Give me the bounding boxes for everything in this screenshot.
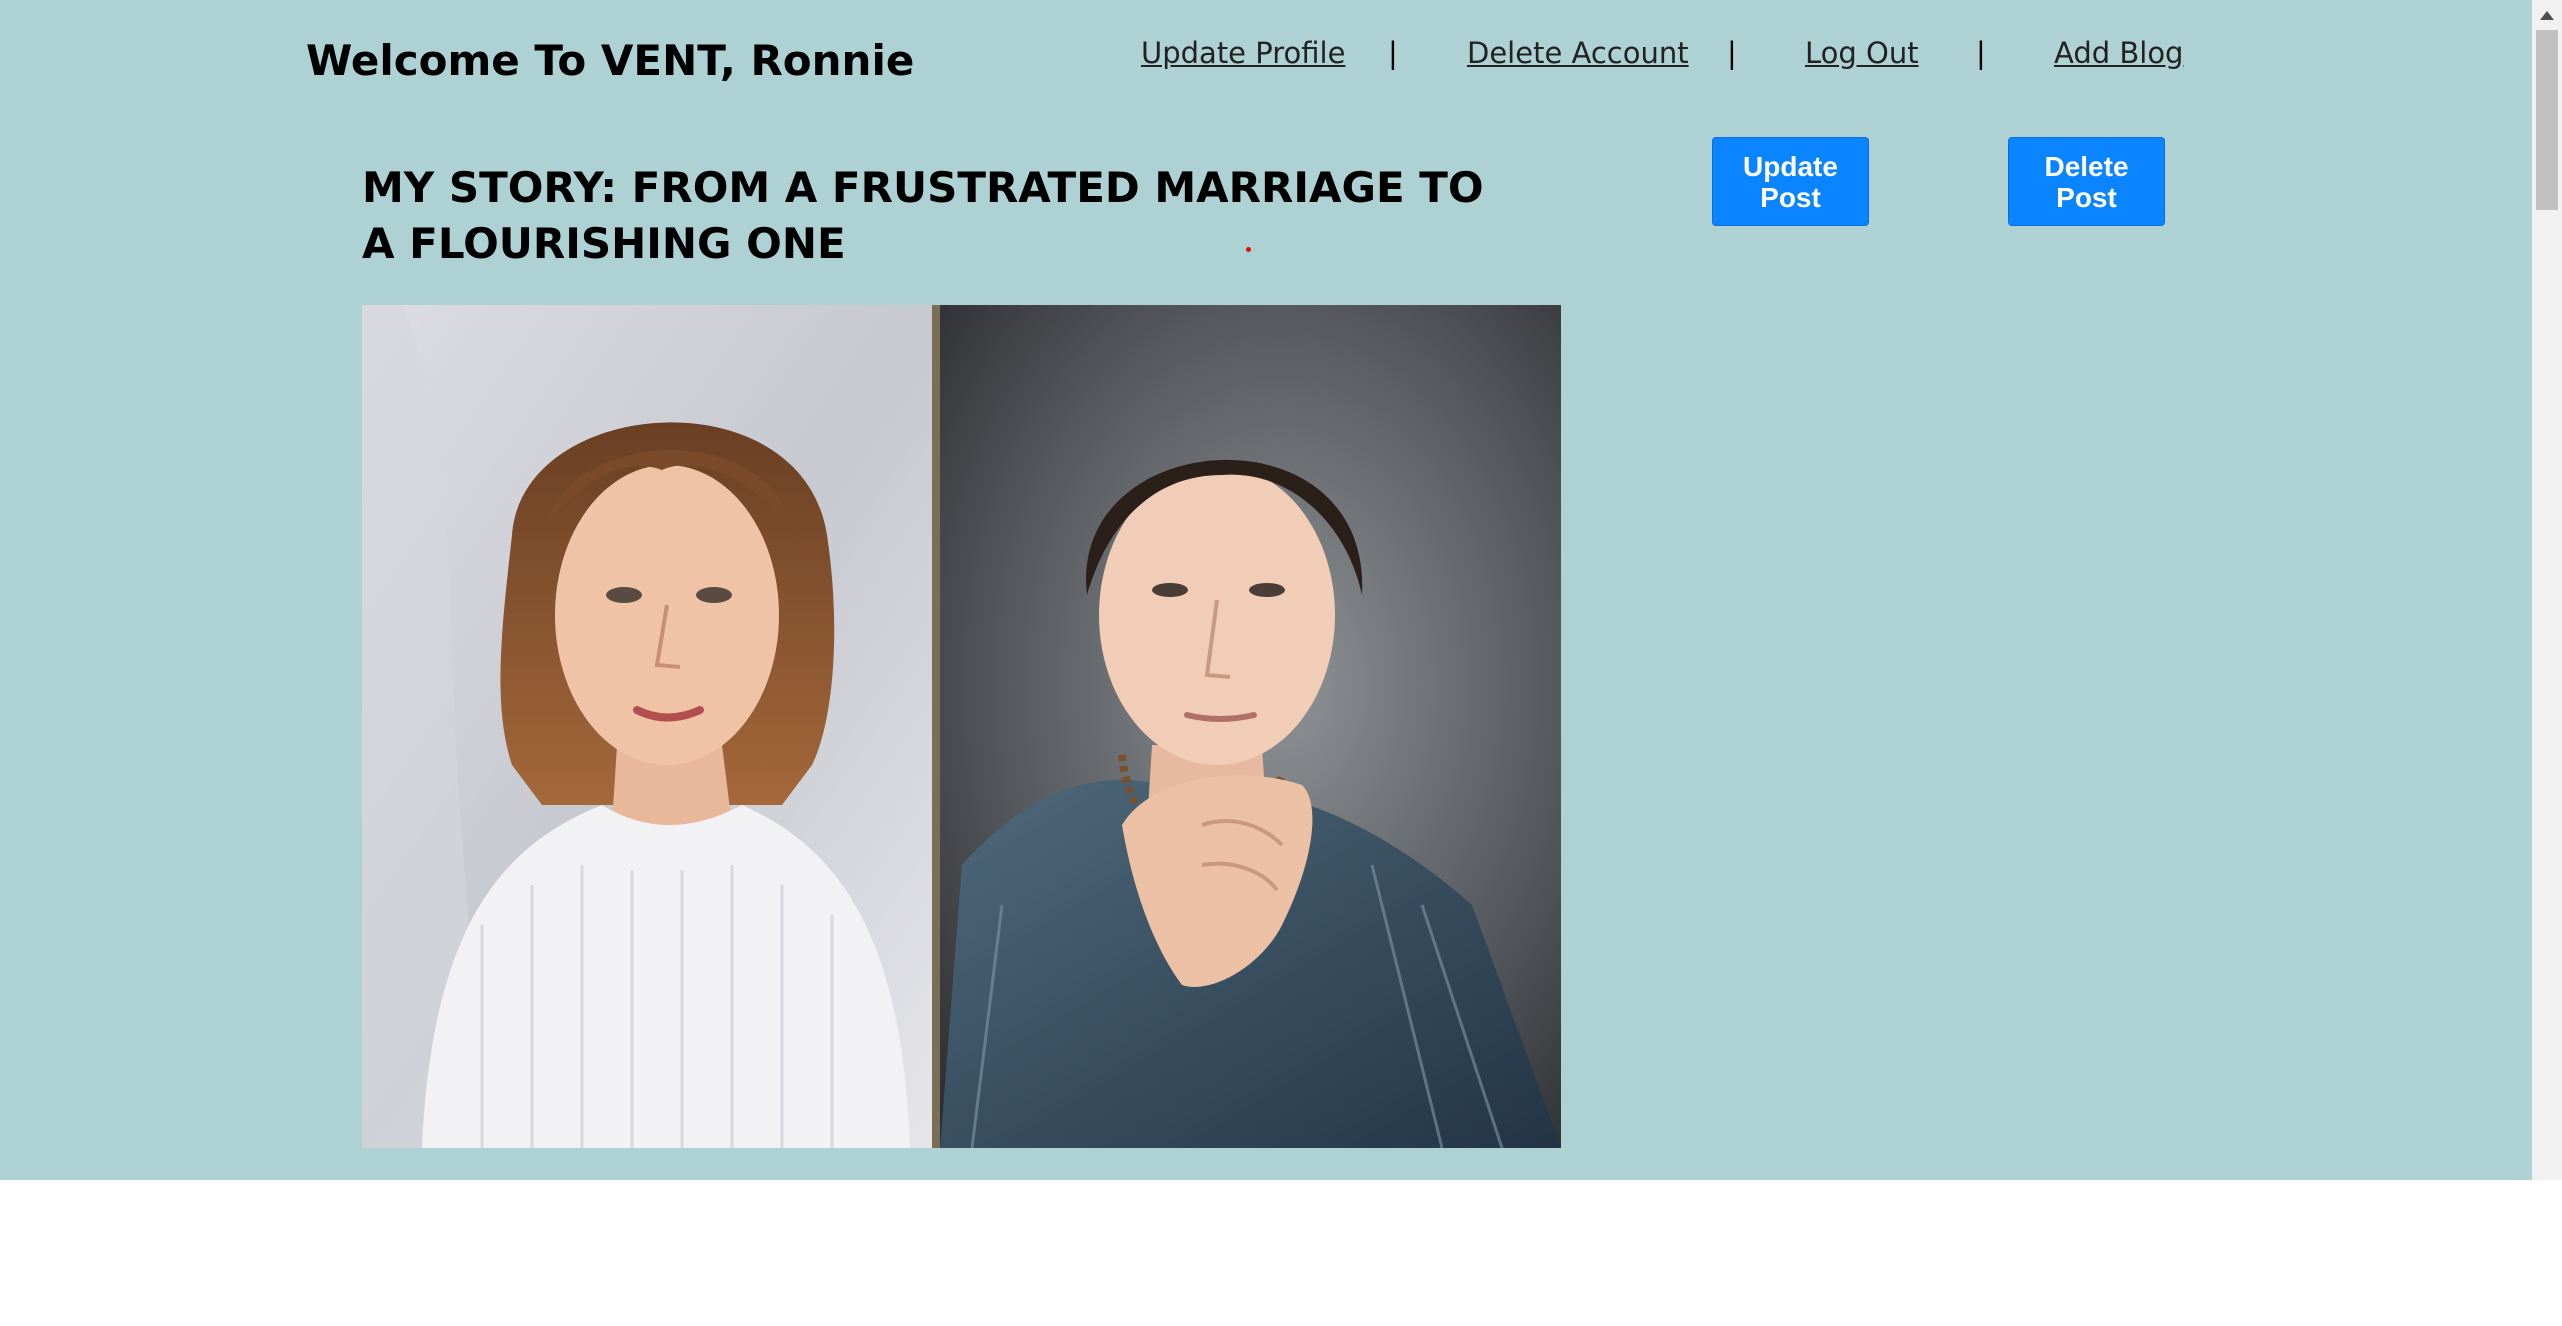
cursor-dot bbox=[1246, 247, 1251, 252]
page-viewport: Welcome To VENT, Ronnie Update Profile |… bbox=[0, 0, 2532, 1180]
delete-post-button[interactable]: Delete Post bbox=[2008, 137, 2165, 226]
scrollbar-thumb[interactable] bbox=[2536, 30, 2558, 210]
welcome-heading: Welcome To VENT, Ronnie bbox=[306, 36, 915, 85]
nav-delete-account-link[interactable]: Delete Account bbox=[1467, 33, 1689, 73]
nav-separator: | bbox=[1727, 36, 1737, 70]
post-image bbox=[362, 305, 1561, 1148]
update-post-button[interactable]: Update Post bbox=[1712, 137, 1869, 226]
post-title: MY STORY: FROM A FRUSTRATED MARRIAGE TO … bbox=[362, 163, 1484, 268]
vertical-scrollbar[interactable] bbox=[2532, 0, 2562, 1180]
nav-update-profile-link[interactable]: Update Profile bbox=[1141, 33, 1345, 73]
nav-separator: | bbox=[1388, 36, 1398, 70]
nav-log-out-link[interactable]: Log Out bbox=[1805, 33, 1919, 73]
scroll-up-arrow-icon[interactable] bbox=[2532, 0, 2562, 30]
nav-separator: | bbox=[1976, 36, 1986, 70]
nav-add-blog-link[interactable]: Add Blog bbox=[2054, 33, 2183, 73]
